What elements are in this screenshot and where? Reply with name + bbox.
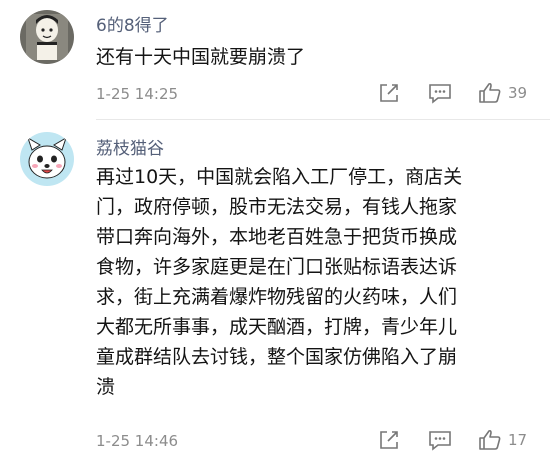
share-button[interactable]	[378, 82, 400, 104]
comment-text-line: 溃	[96, 376, 116, 398]
reply-button[interactable]	[428, 429, 452, 451]
share-button[interactable]	[378, 429, 400, 451]
comment-text-line: 食物，许多家庭更是在门口张贴标语表达诉	[96, 256, 458, 278]
comment-timestamp: 1-25 14:46	[96, 432, 179, 450]
comment-text: 再过10天，中国就会陷入工厂停工，商店关 门，政府停顿，股市无法交易，有钱人拖家…	[96, 162, 536, 402]
comment-text-line: 门，政府停顿，股市无法交易，有钱人拖家	[96, 196, 458, 218]
avatar[interactable]	[20, 132, 74, 186]
comment-text-line: 求，街上充满着爆炸物残留的火药味，人们	[96, 286, 458, 308]
comment-text-line: 带口奔向海外，本地老百姓急于把货币换成	[96, 226, 458, 248]
white-dog-avatar-icon	[20, 132, 74, 186]
comment-text-line: 再过10天，中国就会陷入工厂停工，商店关	[96, 166, 463, 188]
like-count: 17	[508, 431, 528, 449]
reply-button[interactable]	[428, 82, 452, 104]
thumbs-up-icon	[479, 82, 501, 103]
cartoon-boy-avatar-icon	[20, 10, 74, 64]
comment-author[interactable]: 荔枝猫谷	[96, 134, 164, 159]
thumbs-up-icon	[479, 429, 501, 450]
comment-bubble-icon	[429, 84, 451, 104]
like-button[interactable]: 39	[478, 81, 527, 105]
like-button[interactable]: 17	[478, 428, 527, 452]
avatar[interactable]	[20, 10, 74, 64]
comment-author[interactable]: 6的8得了	[96, 11, 169, 36]
comment-1: 6的8得了 还有十天中国就要崩溃了 1-25 14:25 39	[0, 0, 550, 118]
comment-2: 荔枝猫谷 再过10天，中国就会陷入工厂停工，商店关 门，政府停顿，股市无法交易，…	[0, 120, 550, 458]
comment-bubble-icon	[429, 431, 451, 451]
share-edit-icon	[380, 84, 398, 102]
like-count: 39	[508, 84, 528, 102]
comment-text-line: 大都无所事事，成天酗酒，打牌，青少年儿	[96, 316, 458, 338]
share-edit-icon	[380, 431, 398, 449]
comment-text-line: 童成群结队去讨钱，整个国家仿佛陷入了崩	[96, 346, 458, 368]
comment-timestamp: 1-25 14:25	[96, 85, 179, 103]
comment-text: 还有十天中国就要崩溃了	[96, 46, 306, 68]
